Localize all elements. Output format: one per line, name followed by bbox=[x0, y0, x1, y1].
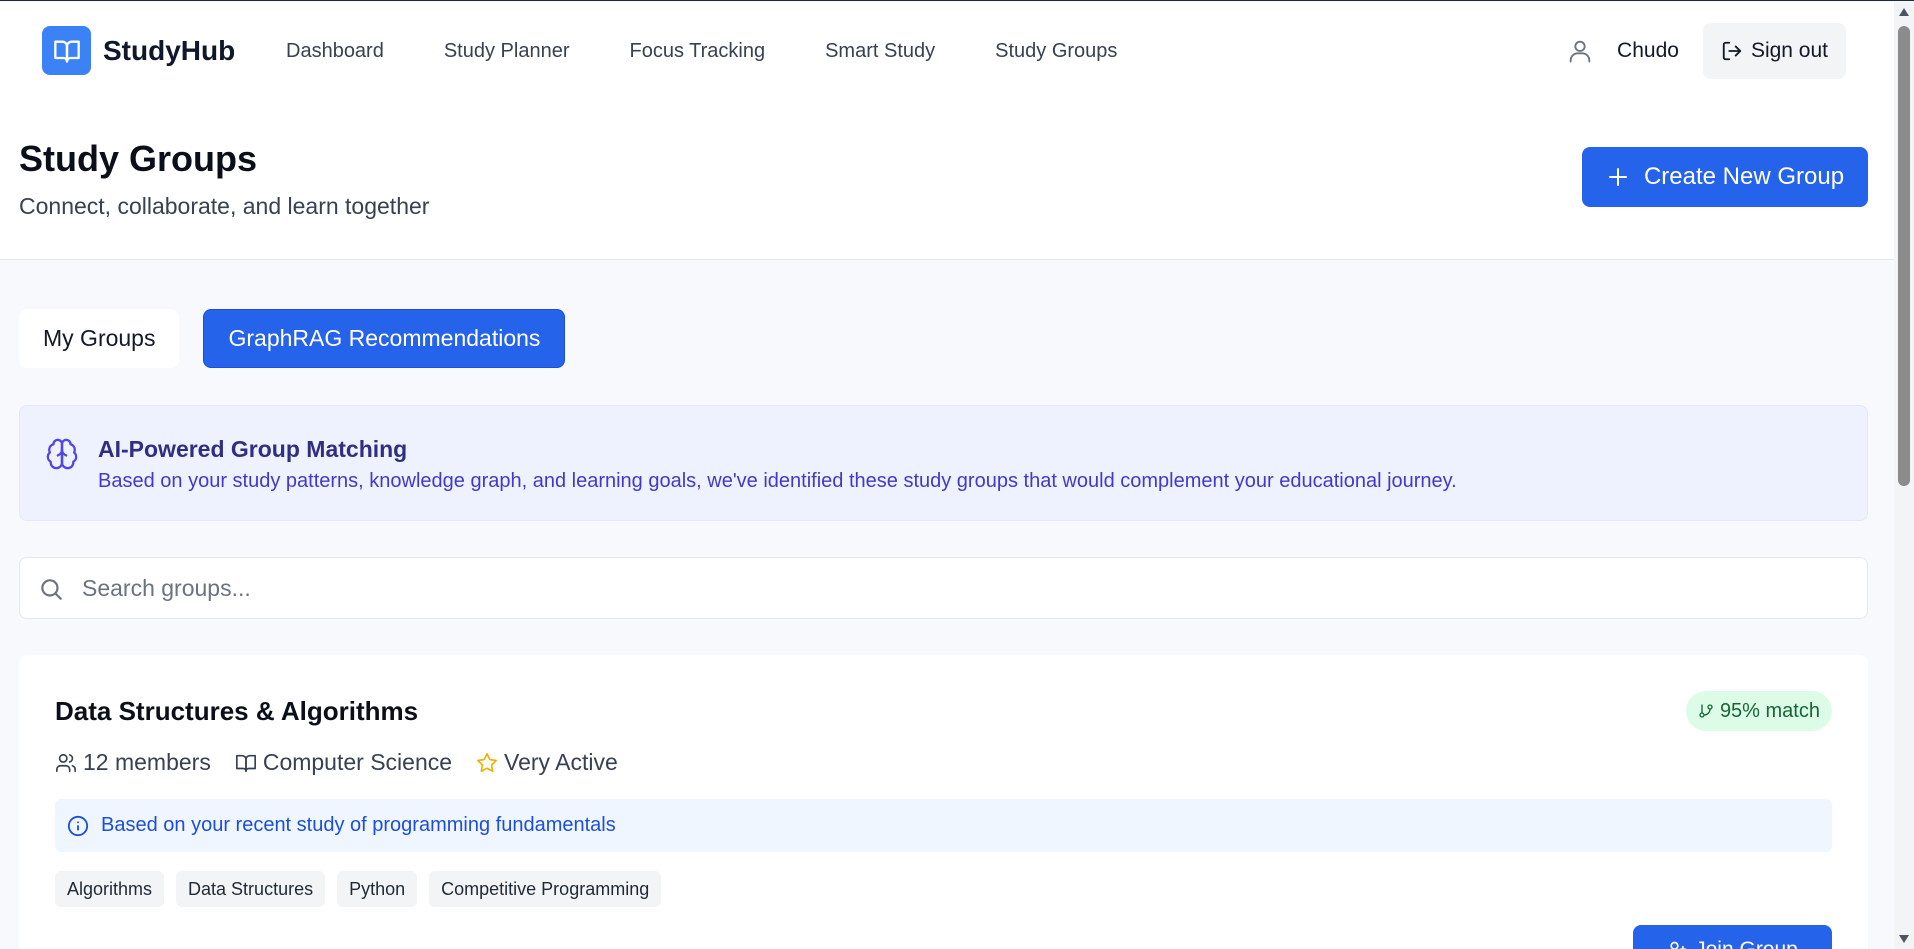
reason-text: Based on your recent study of programmin… bbox=[101, 814, 616, 836]
scroll-down-icon[interactable] bbox=[1894, 929, 1914, 949]
search-box bbox=[19, 557, 1868, 619]
ai-banner-title: AI-Powered Group Matching bbox=[98, 436, 408, 462]
group-meta: 12 members Computer Science Very Active bbox=[55, 749, 642, 776]
subject-label: Computer Science bbox=[262, 749, 453, 775]
nav-link-study-planner[interactable]: Study Planner bbox=[444, 40, 570, 63]
match-badge: 95% match bbox=[1685, 691, 1832, 731]
recommendation-reason: Based on your recent study of programmin… bbox=[55, 799, 1832, 852]
topic-tags: Algorithms Data Structures Python Compet… bbox=[55, 871, 673, 907]
browser-viewport: StudyHub Dashboard Study Planner Focus T… bbox=[0, 0, 1914, 949]
main-nav: Dashboard Study Planner Focus Tracking S… bbox=[286, 40, 1177, 63]
plus-icon bbox=[1608, 168, 1627, 186]
page-header: Study Groups Connect, collaborate, and l… bbox=[0, 99, 1894, 260]
nav-link-focus-tracking[interactable]: Focus Tracking bbox=[629, 40, 765, 63]
members-info: 12 members bbox=[55, 749, 211, 776]
tag: Competitive Programming bbox=[429, 871, 662, 907]
create-new-group-label: Create New Group bbox=[1643, 163, 1845, 190]
log-out-icon bbox=[1722, 41, 1742, 61]
nav-link-study-groups[interactable]: Study Groups bbox=[995, 40, 1117, 63]
nav-link-dashboard[interactable]: Dashboard bbox=[286, 40, 384, 63]
top-navbar: StudyHub Dashboard Study Planner Focus T… bbox=[0, 2, 1894, 99]
sign-out-label: Sign out bbox=[1750, 39, 1828, 62]
sign-out-button[interactable]: Sign out bbox=[1702, 23, 1846, 79]
book-open-icon bbox=[42, 26, 91, 75]
tag: Python bbox=[337, 871, 418, 907]
scrollbar-thumb[interactable] bbox=[1898, 26, 1910, 486]
brain-icon bbox=[45, 437, 79, 476]
members-count: 12 members bbox=[83, 749, 211, 775]
group-card: Data Structures & Algorithms 95% match 1… bbox=[19, 655, 1868, 949]
page-subtitle: Connect, collaborate, and learn together bbox=[19, 193, 430, 219]
group-tabs: My Groups GraphRAG Recommendations bbox=[19, 309, 589, 368]
user-area: Chudo Sign out bbox=[1566, 23, 1846, 79]
activity-info: Very Active bbox=[476, 749, 618, 776]
user-plus-icon bbox=[1670, 941, 1687, 949]
tab-my-groups[interactable]: My Groups bbox=[19, 309, 180, 368]
group-name: Data Structures & Algorithms bbox=[55, 696, 419, 726]
nav-link-smart-study[interactable]: Smart Study bbox=[825, 40, 935, 63]
ai-banner-description: Based on your study patterns, knowledge … bbox=[98, 470, 1457, 492]
subject-info: Computer Science bbox=[235, 749, 452, 776]
search-icon bbox=[38, 576, 64, 607]
create-new-group-button[interactable]: Create New Group bbox=[1582, 147, 1868, 207]
user-icon[interactable] bbox=[1566, 37, 1594, 65]
join-group-button[interactable]: Join Group bbox=[1633, 925, 1832, 949]
tag: Algorithms bbox=[55, 871, 165, 907]
match-label: 95% match bbox=[1719, 699, 1820, 722]
info-icon bbox=[67, 815, 89, 836]
tag: Data Structures bbox=[176, 871, 326, 907]
vertical-scrollbar[interactable] bbox=[1894, 2, 1914, 949]
scroll-up-icon[interactable] bbox=[1894, 2, 1914, 22]
user-name: Chudo bbox=[1617, 39, 1679, 62]
ai-matching-banner: AI-Powered Group Matching Based on your … bbox=[19, 405, 1868, 521]
tab-graphrag-recommendations[interactable]: GraphRAG Recommendations bbox=[203, 309, 566, 368]
brand-name: StudyHub bbox=[103, 34, 236, 66]
git-branch-icon bbox=[1699, 704, 1713, 718]
users-icon bbox=[56, 753, 76, 772]
star-icon bbox=[477, 752, 498, 772]
brand[interactable]: StudyHub bbox=[42, 26, 235, 75]
search-input[interactable] bbox=[80, 558, 1850, 618]
page-title: Study Groups bbox=[19, 138, 258, 179]
join-group-label: Join Group bbox=[1695, 938, 1798, 949]
book-open-icon bbox=[235, 754, 256, 772]
activity-label: Very Active bbox=[504, 749, 618, 775]
